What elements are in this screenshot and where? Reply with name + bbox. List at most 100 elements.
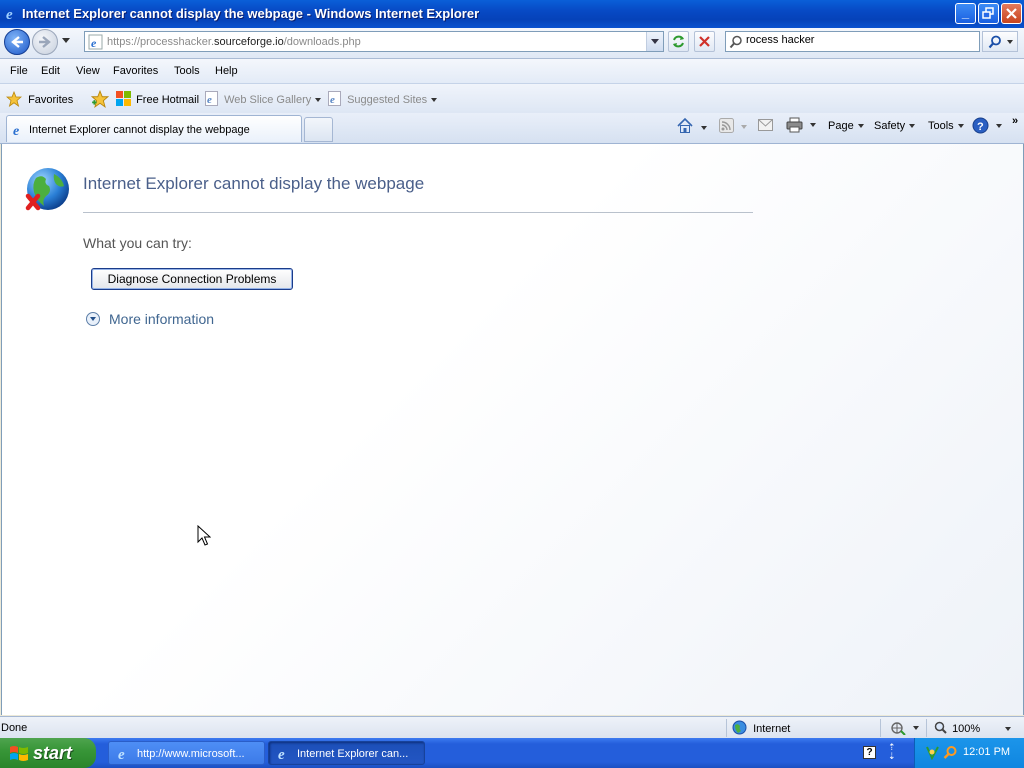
forward-button[interactable] <box>32 29 58 55</box>
start-label: start <box>33 743 73 763</box>
zoom-magnifier-icon <box>934 721 947 734</box>
help-dropdown-icon <box>996 124 1003 128</box>
favorite-suggested-sites[interactable]: e Suggested Sites <box>328 91 438 106</box>
status-divider <box>880 719 881 737</box>
svg-text:e: e <box>278 747 285 761</box>
chevron-more-icon[interactable]: » <box>1012 115 1018 127</box>
menu-help[interactable]: Help <box>215 65 238 77</box>
globe-error-icon <box>25 168 69 211</box>
diagnose-connection-button[interactable]: Diagnose Connection Problems <box>91 268 293 290</box>
tab-label: Internet Explorer cannot display the web… <box>29 124 250 136</box>
svg-text:?: ? <box>977 121 984 133</box>
forward-arrow-icon <box>39 36 51 48</box>
svg-text:e: e <box>91 36 97 50</box>
home-dropdown-icon[interactable] <box>701 126 708 130</box>
search-box[interactable] <box>725 31 980 52</box>
search-tray-icon[interactable] <box>943 745 958 760</box>
favorite-web-slice-gallery[interactable]: e Web Slice Gallery <box>205 91 322 106</box>
web-slice-dropdown-icon[interactable] <box>315 98 322 103</box>
help-menu-button[interactable]: ? <box>972 117 1003 137</box>
add-favorite-star-icon <box>90 89 110 108</box>
back-button[interactable] <box>4 29 30 55</box>
tools-dropdown-icon <box>957 124 964 129</box>
favorite-free-hotmail[interactable]: Free Hotmail <box>116 91 199 106</box>
taskbar-item-ie-error[interactable]: e Internet Explorer can... <box>268 741 425 765</box>
stop-icon <box>699 36 710 47</box>
menu-favorites[interactable]: Favorites <box>113 65 158 77</box>
free-hotmail-label: Free Hotmail <box>136 94 200 106</box>
page-ie-icon: e <box>88 34 103 50</box>
print-button[interactable] <box>786 117 817 136</box>
help-tray-button[interactable]: ? <box>863 746 876 759</box>
tools-menu-label: Tools <box>928 120 954 132</box>
tab-current[interactable]: e Internet Explorer cannot display the w… <box>6 115 302 142</box>
zoom-button[interactable]: 100% <box>934 721 1012 735</box>
printer-icon <box>786 117 803 133</box>
address-dropdown-button[interactable] <box>646 32 663 51</box>
menu-tools[interactable]: Tools <box>174 65 200 77</box>
minimize-button[interactable]: _ <box>955 3 976 24</box>
feeds-button[interactable] <box>719 118 748 136</box>
safety-dropdown-icon <box>909 124 916 129</box>
search-provider-icon <box>729 35 742 49</box>
protected-mode-button[interactable] <box>890 720 920 738</box>
network-tray-icon[interactable] <box>925 745 940 760</box>
close-icon <box>1006 8 1017 19</box>
start-button[interactable]: start <box>0 738 96 768</box>
help-icon: ? <box>972 117 989 134</box>
status-divider <box>926 719 927 737</box>
menu-file[interactable]: File <box>10 65 28 77</box>
page-menu-label: Page <box>828 120 854 132</box>
menu-edit[interactable]: Edit <box>41 65 60 77</box>
navigation-bar: e https://processhacker.sourceforge.io/d… <box>0 28 1024 59</box>
favorites-label: Favorites <box>28 94 74 106</box>
safety-menu-button[interactable]: Safety <box>874 120 916 132</box>
zone-label: Internet <box>753 723 791 735</box>
recent-pages-dropdown[interactable] <box>62 38 70 43</box>
home-button[interactable] <box>676 117 708 138</box>
address-bar[interactable]: e https://processhacker.sourceforge.io/d… <box>84 31 664 52</box>
menu-view[interactable]: View <box>76 65 100 77</box>
stop-button[interactable] <box>694 31 715 52</box>
read-mail-button[interactable] <box>758 119 773 134</box>
expand-chevron-icon <box>86 312 100 326</box>
favorites-star-icon <box>5 90 23 107</box>
web-slice-gallery-label: Web Slice Gallery <box>224 94 312 106</box>
tools-menu-button[interactable]: Tools <box>928 120 964 132</box>
title-bar: e Internet Explorer cannot display the w… <box>0 0 1024 28</box>
heading-divider <box>83 212 753 213</box>
new-tab-button[interactable] <box>304 117 333 142</box>
address-url: https://processhacker.sourceforge.io/dow… <box>107 36 361 48</box>
feeds-dropdown-icon[interactable] <box>741 125 748 129</box>
more-information-label: More information <box>109 311 215 327</box>
back-arrow-icon <box>11 36 23 48</box>
safety-menu-label: Safety <box>874 120 906 132</box>
page-menu-button[interactable]: Page <box>828 120 864 132</box>
more-information-link[interactable]: More information <box>86 311 214 327</box>
ie-logo-icon: e <box>6 7 13 21</box>
internet-zone-globe-icon <box>732 720 747 735</box>
taskbar-item-label: http://www.microsoft... <box>137 748 245 760</box>
refresh-button[interactable] <box>668 31 689 52</box>
search-options-arrow-icon[interactable] <box>1007 40 1013 44</box>
rss-feed-icon <box>719 118 734 133</box>
tab-bar: e Internet Explorer cannot display the w… <box>0 113 1024 144</box>
security-zone[interactable]: Internet <box>732 720 790 735</box>
favorites-button[interactable]: Favorites <box>5 90 74 107</box>
add-to-favorites-bar-button[interactable] <box>90 89 110 111</box>
search-input[interactable] <box>746 34 971 46</box>
taskbar-arrows-icon[interactable]: ⇡ ⇣ <box>888 743 896 761</box>
close-window-button[interactable] <box>1001 3 1022 24</box>
suggested-sites-dropdown-icon[interactable] <box>431 98 438 103</box>
system-tray: 12:01 PM <box>914 738 1024 768</box>
error-heading: Internet Explorer cannot display the web… <box>83 174 425 193</box>
windows-live-icon <box>116 91 131 106</box>
taskbar-item-microsoft[interactable]: e http://www.microsoft... <box>108 741 265 765</box>
svg-text:e: e <box>6 7 13 21</box>
favorites-bar: Favorites Free Hotmail e Web Slice Galle… <box>0 83 1024 114</box>
refresh-icon <box>673 35 684 48</box>
print-dropdown-icon[interactable] <box>810 123 817 127</box>
restore-button[interactable] <box>978 3 999 24</box>
windows-flag-icon <box>10 746 28 761</box>
search-button[interactable] <box>982 31 1018 52</box>
